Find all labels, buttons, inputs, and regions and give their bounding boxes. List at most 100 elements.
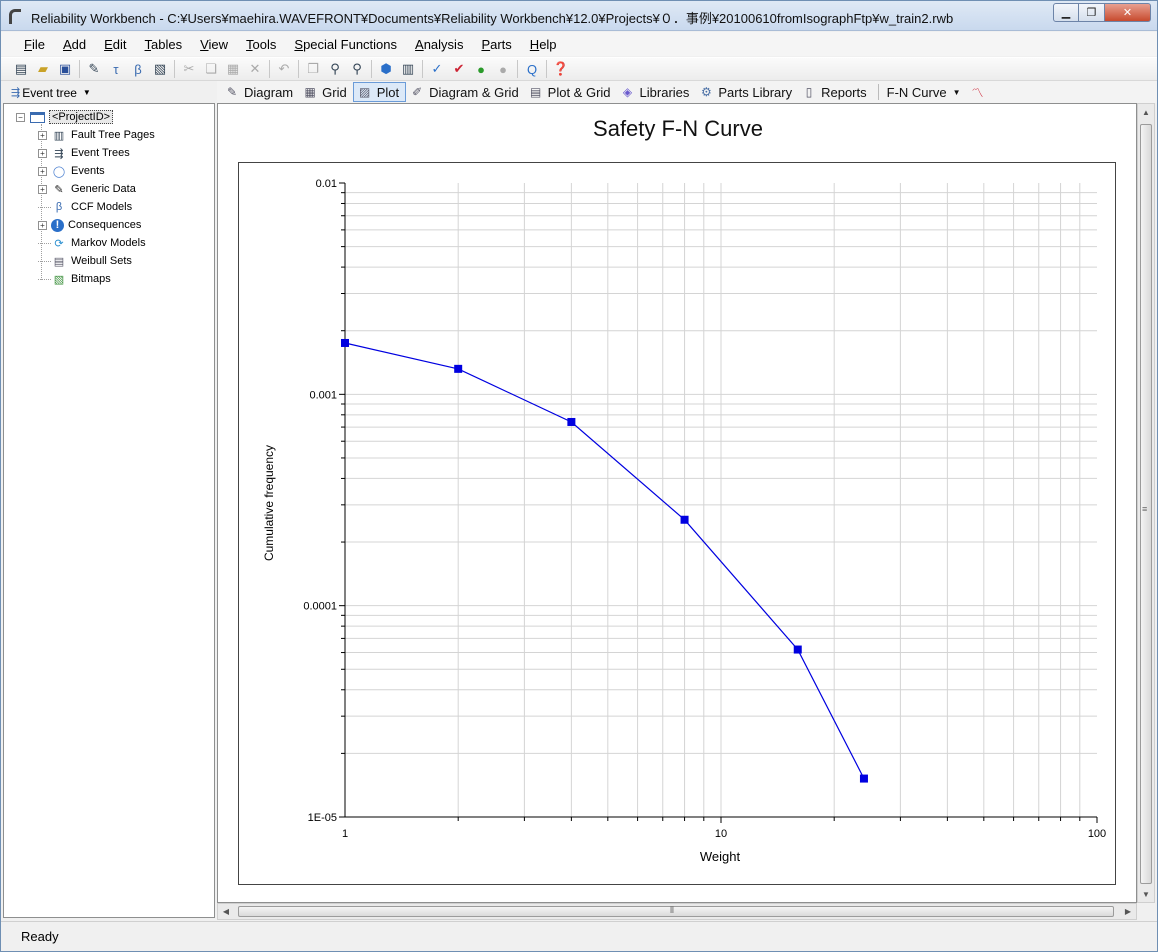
scroll-right-icon[interactable]: ▶ <box>1120 904 1136 919</box>
delete-icon[interactable]: ✕ <box>244 59 266 79</box>
tab-libraries[interactable]: ◈ Libraries <box>617 82 696 102</box>
fault-tree-icon: ▥ <box>53 129 65 142</box>
save-icon[interactable]: ▣ <box>54 59 76 79</box>
open-folder-icon[interactable]: ▰ <box>32 59 54 79</box>
menu-accelerator: P <box>481 36 491 52</box>
plot-icon: ▨ <box>359 85 371 99</box>
tree-item-markov-models[interactable]: ⟳ Markov Models <box>38 234 146 252</box>
duplicate-icon[interactable]: ❐ <box>302 59 324 79</box>
maximize-button[interactable]: ❐ <box>1079 3 1105 22</box>
edit-data-icon[interactable]: ✎ <box>83 59 105 79</box>
help-icon[interactable]: ❓ <box>550 59 572 79</box>
weibull-icon: ▤ <box>53 255 65 268</box>
title-bar[interactable]: Reliability Workbench - C:¥Users¥maehira… <box>1 1 1157 31</box>
menu-parts[interactable]: Parts <box>472 37 520 52</box>
toolbar-separator <box>422 60 423 78</box>
event-tree-view-icon: ⇶ <box>11 87 21 99</box>
menu-label: dd <box>71 36 87 52</box>
menu-add[interactable]: Add <box>54 37 95 52</box>
tab-reports[interactable]: ▯ Reports <box>798 82 873 102</box>
tab-diagram[interactable]: ✎ Diagram <box>221 82 299 102</box>
data-point <box>567 417 576 426</box>
tau-icon[interactable]: τ <box>105 59 127 79</box>
series-line <box>344 342 865 779</box>
menu-special-functions[interactable]: Special Functions <box>285 37 406 52</box>
beta-icon[interactable]: β <box>127 59 149 79</box>
tree-item-event-trees[interactable]: + ⇶ Event Trees <box>38 144 130 162</box>
scroll-left-icon[interactable]: ◀ <box>218 904 234 919</box>
find-next-icon[interactable]: ⚲ <box>346 59 368 79</box>
properties-icon[interactable]: ▥ <box>397 59 419 79</box>
expand-toggle[interactable]: + <box>38 166 47 176</box>
tree-item-weibull-sets[interactable]: ▤ Weibull Sets <box>38 252 132 270</box>
spell-check-icon[interactable]: ✓ <box>426 59 448 79</box>
toolbar-separator <box>79 60 80 78</box>
menu-help[interactable]: Help <box>521 37 566 52</box>
tab-plot-and-grid[interactable]: ▤ Plot & Grid <box>525 82 617 102</box>
menu-analysis[interactable]: Analysis <box>406 37 472 52</box>
tree-item-label: CCF Models <box>71 201 133 213</box>
menu-tables[interactable]: Tables <box>136 37 192 52</box>
close-button[interactable]: ✕ <box>1105 3 1151 22</box>
data-point <box>454 364 463 373</box>
tab-plot[interactable]: ▨ Plot <box>352 82 407 102</box>
main-toolbar: ▤ ▰ ▣ ✎ τ β ▧ ✂ ❏ ▦ ✕ ↶ ❐ ⚲ ⚲ ⬢ ▥ ✓ ✔ ● … <box>1 57 1157 81</box>
menu-view[interactable]: View <box>191 37 237 52</box>
vertical-scrollbar[interactable]: ▲ ≡ ▼ <box>1137 103 1155 903</box>
cut-icon[interactable]: ✂ <box>178 59 200 79</box>
tab-grid[interactable]: ▦ Grid <box>299 82 353 102</box>
plot-grid-icon: ▤ <box>530 85 542 99</box>
undo-icon[interactable]: ↶ <box>273 59 295 79</box>
fn-curve-chart-button[interactable]: 〽 <box>967 82 996 102</box>
menu-label: nalysis <box>423 36 464 52</box>
diagram-grid-icon: ✐ <box>412 85 423 99</box>
expand-toggle[interactable]: + <box>38 220 47 230</box>
horizontal-scroll-thumb[interactable] <box>238 906 1114 917</box>
menu-accelerator: A <box>415 36 424 52</box>
scroll-up-icon[interactable]: ▲ <box>1138 104 1154 120</box>
tree-item-label: Bitmaps <box>71 273 111 285</box>
tree-item-label: Event Trees <box>71 147 130 159</box>
tree-item-label: Fault Tree Pages <box>71 129 155 141</box>
y-tick-label: 0.0001 <box>303 601 337 613</box>
reports-icon: ▯ <box>805 85 813 99</box>
tree-item-bitmaps[interactable]: ▧ Bitmaps <box>38 270 111 288</box>
horizontal-scrollbar[interactable]: ◀ ⦀ ▶ <box>217 903 1137 920</box>
expand-toggle[interactable]: + <box>38 148 47 158</box>
tree-root[interactable]: − <ProjectID> <box>16 108 114 126</box>
menu-edit[interactable]: Edit <box>95 37 135 52</box>
tree-item-consequences[interactable]: +! Consequences <box>38 216 141 234</box>
image-icon[interactable]: ▧ <box>149 59 171 79</box>
expand-toggle[interactable]: + <box>38 130 47 140</box>
x-tick-label: 100 <box>1088 828 1106 840</box>
tab-parts-library[interactable]: ⚙ Parts Library <box>695 82 798 102</box>
collapse-toggle[interactable]: − <box>16 112 25 122</box>
tree-connector <box>38 278 51 280</box>
tree-item-generic-data[interactable]: + ✎ Generic Data <box>38 180 136 198</box>
run-analysis-icon[interactable]: ● <box>470 59 492 79</box>
expand-toggle[interactable]: + <box>38 184 47 194</box>
copy-icon[interactable]: ❏ <box>200 59 222 79</box>
tab-label: F-N Curve <box>886 84 947 100</box>
tree-view-selector[interactable]: ⇶ Event tree ▼ <box>3 82 215 103</box>
plot-frame: 1 10 100 0.01 0.001 0.0001 1E-05 Cumulative fr… <box>238 162 1116 885</box>
paste-icon[interactable]: ▦ <box>222 59 244 79</box>
model-icon[interactable]: ⬢ <box>375 59 397 79</box>
find-icon[interactable]: ⚲ <box>324 59 346 79</box>
tree-item-events[interactable]: + ◯ Events <box>38 162 105 180</box>
tab-diagram-and-grid[interactable]: ✐ Diagram & Grid <box>406 82 525 102</box>
tree-item-fault-tree-pages[interactable]: + ▥ Fault Tree Pages <box>38 126 155 144</box>
verify-icon[interactable]: ✔ <box>448 59 470 79</box>
menu-accelerator: H <box>529 36 540 52</box>
data-point <box>680 515 689 524</box>
dropdown-arrow-icon: ▼ <box>952 87 961 97</box>
new-icon[interactable]: ▤ <box>10 59 32 79</box>
menu-file[interactable]: File <box>15 37 54 52</box>
menu-tools[interactable]: Tools <box>237 37 285 52</box>
minimize-button[interactable]: ▁ <box>1053 3 1079 22</box>
stop-analysis-icon[interactable]: ● <box>492 59 514 79</box>
tree-item-ccf-models[interactable]: β CCF Models <box>38 198 132 216</box>
query-icon[interactable]: Q <box>521 59 543 79</box>
fn-curve-dropdown[interactable]: F-N Curve ▼ <box>884 82 967 102</box>
scroll-down-icon[interactable]: ▼ <box>1138 886 1154 902</box>
